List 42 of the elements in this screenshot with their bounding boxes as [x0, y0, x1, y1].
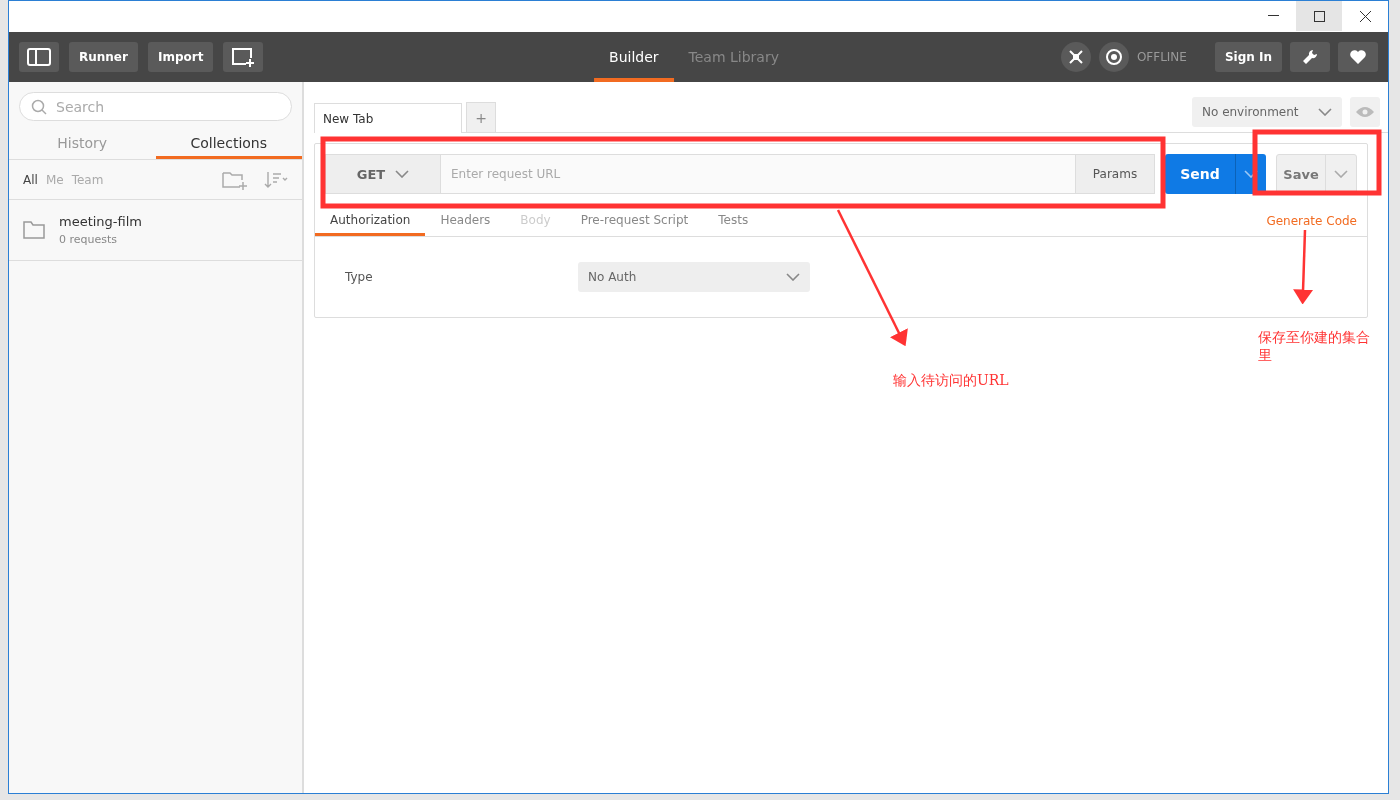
add-tab-button[interactable]: +: [466, 102, 496, 132]
request-tab[interactable]: New Tab: [314, 103, 462, 133]
request-count: 0 requests: [59, 233, 119, 246]
header-button[interactable]: Runner: [69, 42, 138, 72]
close-icon[interactable]: [1359, 10, 1371, 22]
search-field[interactable]: Search: [19, 92, 292, 121]
annotation-text: 保存至你建的集合里: [1258, 328, 1371, 364]
request-subtab[interactable]: Headers: [425, 212, 506, 236]
sidebar-tab[interactable]: History: [9, 129, 156, 159]
annotation-text: 输入待访问的URL: [893, 371, 1009, 389]
wrench-icon[interactable]: [1290, 42, 1330, 72]
collection-name[interactable]: meeting-film: [59, 214, 142, 229]
method-dropdown[interactable]: GET: [325, 154, 441, 194]
folder-icon: [23, 221, 45, 239]
chevron-down-icon: [786, 273, 800, 281]
new-window-icon: [231, 47, 256, 67]
request-subtab[interactable]: Authorization: [315, 212, 426, 236]
header-tab[interactable]: Builder: [594, 32, 674, 82]
new-window-button[interactable]: [223, 42, 264, 72]
header-button[interactable]: Import: [147, 42, 214, 72]
search-icon: [31, 99, 47, 115]
generate-code-link[interactable]: Generate Code: [1266, 214, 1357, 228]
minimize-icon[interactable]: [1267, 15, 1279, 17]
request-subtab[interactable]: Pre-request Script: [565, 212, 704, 236]
chevron-down-icon: [1318, 108, 1332, 116]
url-field[interactable]: Enter request URL: [441, 154, 1075, 194]
params-button[interactable]: Params: [1075, 154, 1155, 194]
save-menu-icon: [1334, 170, 1348, 178]
chevron-down-icon: [395, 170, 410, 178]
environment-dropdown[interactable]: No environment: [1192, 97, 1342, 127]
sidebar-icon: [27, 48, 51, 66]
header-tab[interactable]: Team Library: [673, 32, 794, 82]
filter-option[interactable]: All: [23, 172, 38, 187]
sync-icon[interactable]: [1098, 42, 1129, 72]
request-subtab[interactable]: Tests: [703, 212, 764, 236]
sidebar-tab[interactable]: Collections: [155, 129, 302, 159]
sync-status: OFFLINE: [1136, 50, 1187, 64]
maximize-icon[interactable]: [1313, 10, 1325, 22]
sign-in-button[interactable]: Sign In: [1214, 42, 1282, 72]
auth-type-label: Type: [345, 270, 374, 284]
sidebar-toggle-button[interactable]: [19, 42, 59, 72]
auth-type-dropdown[interactable]: No Auth: [578, 262, 810, 292]
